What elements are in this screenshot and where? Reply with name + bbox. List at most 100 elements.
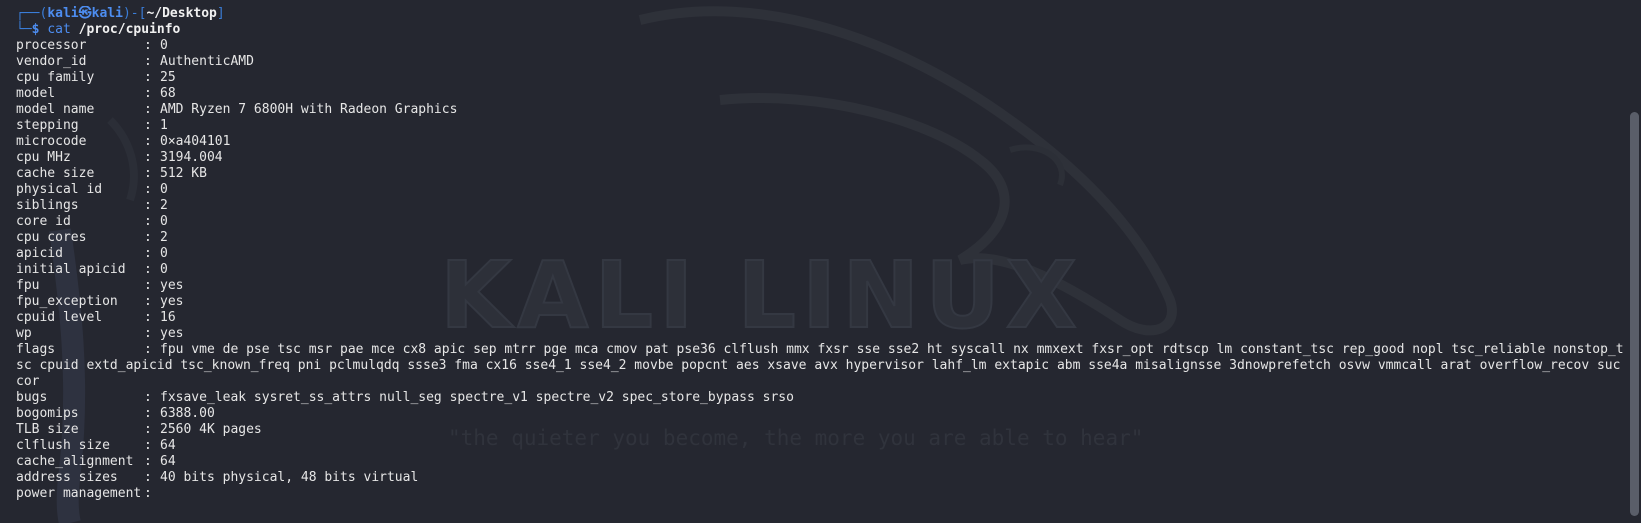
cpuinfo-line: stepping: 1 — [16, 118, 1626, 134]
cpuinfo-key: cpuid level — [16, 310, 103, 325]
cpuinfo-colon: : — [144, 166, 160, 181]
cpuinfo-line: cpu family: 25 — [16, 70, 1626, 86]
cpuinfo-key: model — [16, 86, 56, 101]
cpuinfo-key: apicid — [16, 246, 63, 261]
prompt-frame-end: ] — [216, 6, 225, 21]
cpuinfo-key: TLB size — [16, 422, 79, 437]
cpuinfo-key: model name — [16, 102, 95, 117]
cpuinfo-colon: : — [144, 326, 160, 341]
cpuinfo-colon: : — [144, 54, 160, 69]
cpuinfo-value: 0 — [160, 246, 168, 261]
cpuinfo-colon: : — [144, 102, 160, 117]
cpuinfo-line: flags: fpu vme de pse tsc msr pae mce cx… — [16, 342, 1626, 390]
cpuinfo-output: processor: 0 vendor_id: AuthenticAMD cpu f… — [16, 38, 1626, 502]
cpuinfo-value: 68 — [160, 86, 176, 101]
cpuinfo-line: wp: yes — [16, 326, 1626, 342]
cpuinfo-value: 2 — [160, 230, 168, 245]
cpuinfo-line: fpu: yes — [16, 278, 1626, 294]
cpuinfo-colon: : — [144, 342, 152, 357]
prompt-frame-mid: )-[ — [122, 6, 147, 21]
cpuinfo-line: bugs: fxsave_leak sysret_ss_attrs null_s… — [16, 390, 1626, 406]
cpuinfo-key: initial apicid — [16, 262, 126, 277]
terminal-window[interactable]: KALI LINUX "the quieter you become, the … — [0, 0, 1641, 523]
cpuinfo-line: initial apicid: 0 — [16, 262, 1626, 278]
cpuinfo-value: 2 — [160, 198, 168, 213]
cpuinfo-key: bogomips — [16, 406, 79, 421]
prompt-path: ~/Desktop — [146, 6, 217, 21]
cpuinfo-key: vendor_id — [16, 54, 87, 69]
cpuinfo-key: cache_alignment — [16, 454, 134, 469]
cpuinfo-colon: : — [144, 182, 160, 197]
cpuinfo-key: physical id — [16, 182, 103, 197]
cpuinfo-line: cpu MHz: 3194.004 — [16, 150, 1626, 166]
cpuinfo-key: bugs — [16, 390, 48, 405]
cpuinfo-colon: : — [144, 262, 160, 277]
cpuinfo-value: 0 — [160, 38, 168, 53]
cpuinfo-colon: : — [144, 118, 160, 133]
prompt-header: ┌──(kali㉿kali)-[~/Desktop] — [16, 6, 1626, 22]
cpuinfo-colon: : — [144, 70, 160, 85]
cpuinfo-value: yes — [160, 326, 184, 341]
cpuinfo-key: fpu — [16, 278, 40, 293]
cpuinfo-value: 3194.004 — [160, 150, 223, 165]
cpuinfo-value: 0×a404101 — [160, 134, 231, 149]
cpuinfo-line: fpu_exception: yes — [16, 294, 1626, 310]
cpuinfo-colon: : — [144, 246, 160, 261]
command-name: cat — [47, 22, 71, 37]
cpuinfo-line: microcode: 0×a404101 — [16, 134, 1626, 150]
cpuinfo-key: processor — [16, 38, 87, 53]
vertical-scrollbar[interactable] — [1630, 112, 1639, 516]
cpuinfo-key: core id — [16, 214, 71, 229]
cpuinfo-key: cache size — [16, 166, 95, 181]
cpuinfo-colon: : — [144, 470, 160, 485]
cpuinfo-line: physical id: 0 — [16, 182, 1626, 198]
cpuinfo-value: 1 — [160, 118, 168, 133]
cpuinfo-value: yes — [160, 278, 184, 293]
cpuinfo-colon: : — [144, 422, 160, 437]
cpuinfo-key: cpu family — [16, 70, 95, 85]
prompt-frame-top: ┌──( — [16, 6, 48, 21]
cpuinfo-line: apicid: 0 — [16, 246, 1626, 262]
cpuinfo-colon: : — [144, 454, 160, 469]
cpuinfo-key: address sizes — [16, 470, 118, 485]
cpuinfo-value: 40 bits physical, 48 bits virtual — [160, 470, 419, 485]
prompt-command-line: └─$ cat /proc/cpuinfo — [16, 22, 1626, 38]
cpuinfo-key: microcode — [16, 134, 87, 149]
cpuinfo-value: 0 — [160, 182, 168, 197]
cpuinfo-colon: : — [144, 310, 160, 325]
cpuinfo-colon: : — [144, 150, 160, 165]
prompt-at-symbol: ㉿ — [78, 6, 92, 21]
cpuinfo-colon: : — [144, 214, 160, 229]
cpuinfo-line: model: 68 — [16, 86, 1626, 102]
cpuinfo-value: 2560 4K pages — [160, 422, 262, 437]
cpuinfo-key: clflush size — [16, 438, 110, 453]
cpuinfo-colon: : — [144, 230, 160, 245]
cpuinfo-colon: : — [144, 438, 160, 453]
cpuinfo-line: cpu cores: 2 — [16, 230, 1626, 246]
cpuinfo-line: TLB size: 2560 4K pages — [16, 422, 1626, 438]
cpuinfo-colon: : — [144, 86, 160, 101]
cpuinfo-value: fpu vme de pse tsc msr pae mce cx8 apic … — [16, 342, 1624, 389]
cpuinfo-line: siblings: 2 — [16, 198, 1626, 214]
cpuinfo-line: address sizes: 40 bits physical, 48 bits… — [16, 470, 1626, 486]
cpuinfo-key: wp — [16, 326, 32, 341]
terminal-output[interactable]: ┌──(kali㉿kali)-[~/Desktop] └─$ cat /proc… — [16, 6, 1626, 523]
cpuinfo-value: AMD Ryzen 7 6800H with Radeon Graphics — [160, 102, 458, 117]
prompt-host: kali — [91, 6, 123, 21]
command-argument: /proc/cpuinfo — [78, 22, 181, 37]
cpuinfo-colon: : — [144, 486, 160, 501]
cpuinfo-key: power management — [16, 486, 142, 501]
cpuinfo-colon: : — [144, 198, 160, 213]
cpuinfo-value: 0 — [160, 262, 168, 277]
cpuinfo-value: 16 — [160, 310, 176, 325]
cpuinfo-key: stepping — [16, 118, 79, 133]
cpuinfo-colon: : — [144, 278, 160, 293]
cpuinfo-key: cpu MHz — [16, 150, 71, 165]
cpuinfo-key: siblings — [16, 198, 79, 213]
cpuinfo-colon: : — [144, 390, 160, 405]
cpuinfo-colon: : — [144, 38, 160, 53]
cpuinfo-value: 0 — [160, 214, 168, 229]
cpuinfo-line: cpuid level: 16 — [16, 310, 1626, 326]
prompt-dollar: $ — [31, 22, 40, 37]
cpuinfo-line: bogomips: 6388.00 — [16, 406, 1626, 422]
